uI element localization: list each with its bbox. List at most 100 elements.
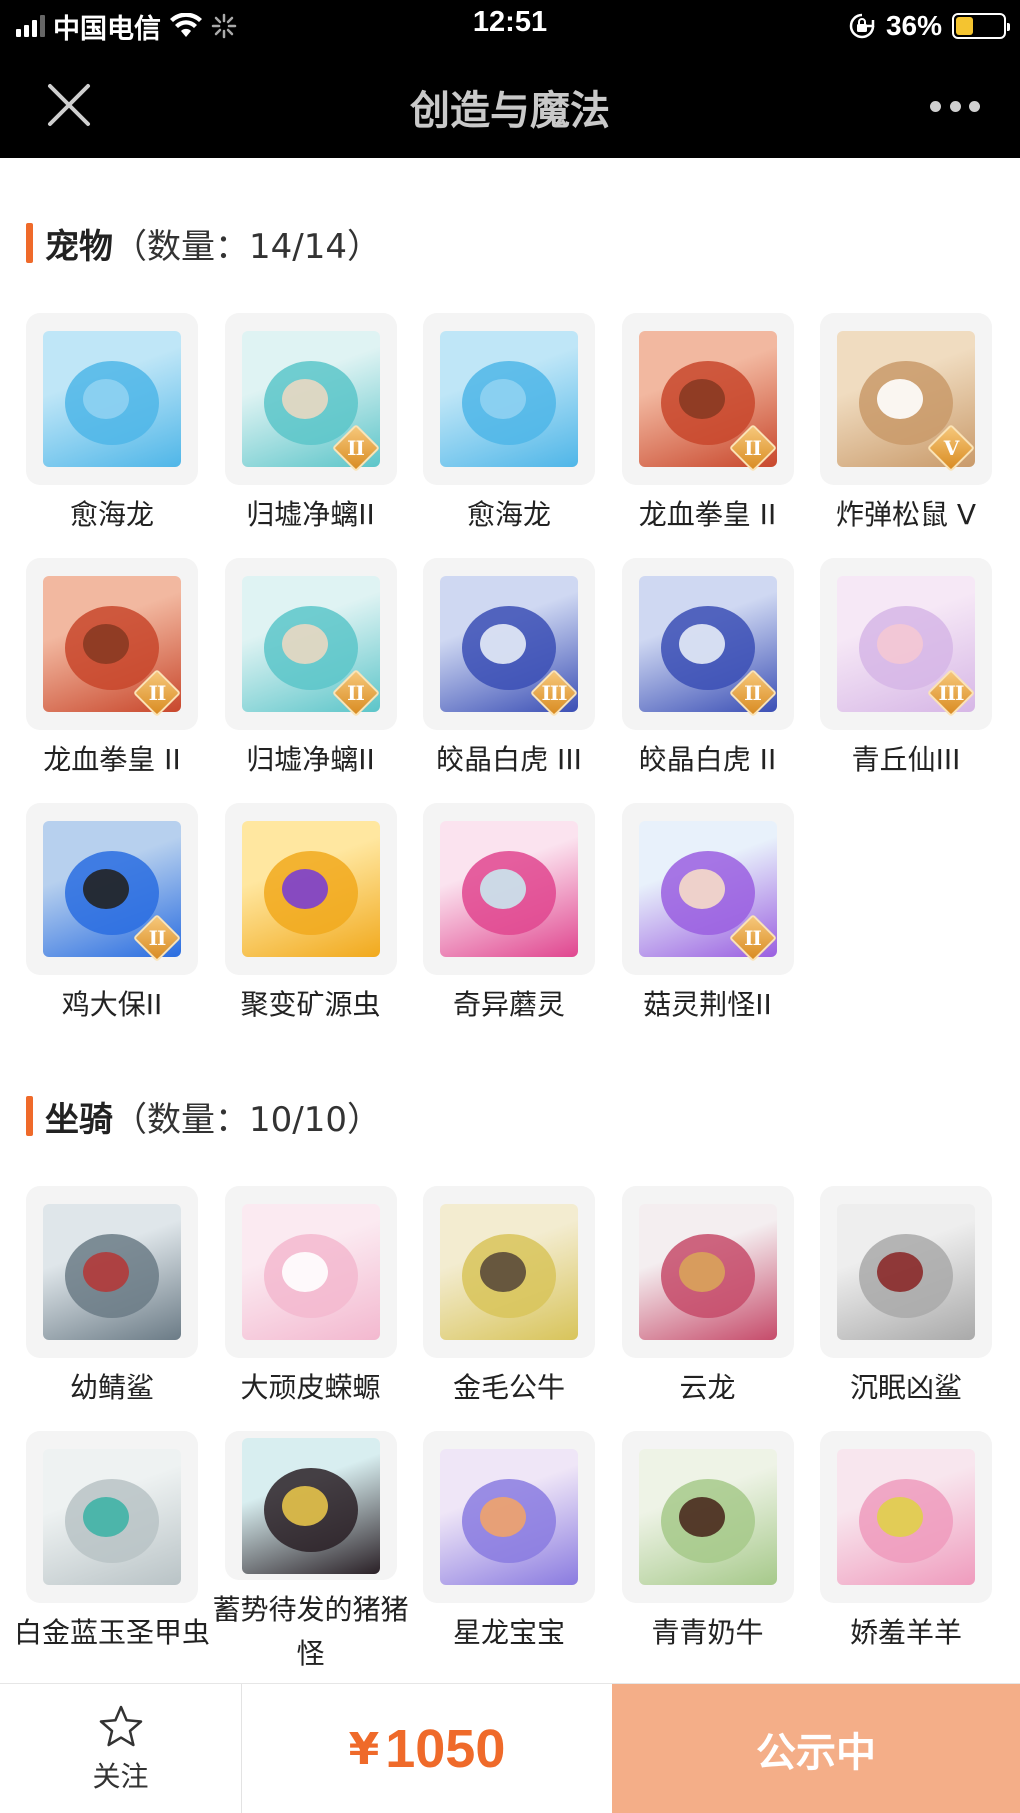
pink-sheep-image <box>837 1449 975 1585</box>
mount-name: 星龙宝宝 <box>452 1616 565 1649</box>
price-value: 1050 <box>385 1719 506 1779</box>
mount-item[interactable]: 金毛公牛 <box>423 1186 595 1431</box>
grade-badge-icon: II <box>132 668 182 718</box>
mount-item[interactable]: 蓄势待发的猪猪怪 <box>213 1431 409 1676</box>
pet-item[interactable]: 奇异蘑灵 <box>423 803 595 1048</box>
mount-item[interactable]: 大顽皮蝾螈 <box>224 1186 397 1431</box>
mount-name: 沉眠凶鲨 <box>849 1371 962 1404</box>
creature-accent <box>83 624 129 664</box>
public-notice-button[interactable]: 公示中 <box>612 1684 1020 1813</box>
grade-label: V <box>943 436 960 460</box>
creature-accent <box>83 379 129 419</box>
creature-accent <box>678 379 725 419</box>
grade-label: II <box>148 926 167 950</box>
grade-badge-icon: V <box>926 423 976 473</box>
pet-name: 归墟净螭II <box>246 743 375 776</box>
mounts-section-title: 坐骑 <box>45 1099 113 1140</box>
pet-thumbnail: II <box>26 558 198 730</box>
mount-item[interactable]: 云龙 <box>621 1186 794 1431</box>
creature-accent <box>281 869 328 909</box>
pet-name: 奇异蘑灵 <box>452 988 565 1021</box>
grade-badge-icon: II <box>132 913 182 963</box>
pet-item[interactable]: II 归墟净螭II <box>224 558 397 803</box>
pet-item[interactable]: II 鸡大保II <box>26 803 198 1048</box>
follow-button[interactable]: 关注 <box>0 1684 242 1813</box>
mounts-section-count: （数量：10/10） <box>113 1099 381 1140</box>
mount-thumbnail <box>423 1431 595 1603</box>
pet-name: 龙血拳皇 II <box>638 498 777 531</box>
battery-percent: 36% <box>885 10 942 41</box>
grade-badge-icon: II <box>331 668 380 718</box>
price: ¥ 1050 <box>242 1684 612 1813</box>
mount-item[interactable]: 沉眠凶鲨 <box>820 1186 992 1431</box>
nav-bar: 创造与魔法 <box>0 52 1020 158</box>
grade-badge-icon: III <box>926 668 976 718</box>
pet-name: 菇灵荆怪II <box>643 988 772 1021</box>
creature-accent <box>480 379 526 419</box>
silver-beetle-image <box>43 1449 181 1585</box>
pet-name: 皎晶白虎 III <box>436 743 582 776</box>
pet-thumbnail: III <box>423 558 595 730</box>
mount-item[interactable]: 青青奶牛 <box>621 1431 794 1676</box>
battery-fill <box>956 17 973 35</box>
pet-item[interactable]: II 皎晶白虎 II <box>621 558 794 803</box>
mount-thumbnail <box>26 1186 198 1358</box>
section-accent-bar <box>26 223 33 263</box>
pet-name: 龙血拳皇 II <box>43 743 181 776</box>
mount-name: 蓄势待发的猪猪怪 <box>212 1593 409 1670</box>
grade-badge-icon: II <box>331 423 380 473</box>
pet-item[interactable]: II 归墟净螭II <box>224 313 397 558</box>
shark-image <box>43 1204 181 1340</box>
pet-item[interactable]: V 炸弹松鼠 V <box>820 313 992 558</box>
pet-thumbnail: II <box>26 803 198 975</box>
pet-item[interactable]: II 龙血拳皇 II <box>26 558 198 803</box>
mount-thumbnail <box>820 1186 992 1358</box>
pet-thumbnail <box>423 803 595 975</box>
creature-accent <box>83 1497 129 1537</box>
pet-item[interactable]: 聚变矿源虫 <box>224 803 397 1048</box>
black-pig-image <box>241 1437 380 1574</box>
mount-item[interactable]: 娇羞羊羊 <box>820 1431 992 1676</box>
creature-accent <box>877 1252 923 1292</box>
pet-name: 归墟净螭II <box>246 498 375 531</box>
grade-label: II <box>148 681 167 705</box>
pets-section-count: （数量：14/14） <box>113 226 381 267</box>
pets-section-title: 宠物 <box>45 226 113 267</box>
pet-thumbnail: II <box>224 313 397 485</box>
follow-label: 关注 <box>92 1760 149 1793</box>
pet-item[interactable]: 愈海龙 <box>423 313 595 558</box>
creature-accent <box>877 1497 923 1537</box>
creature-accent <box>83 1252 129 1292</box>
pet-name: 愈海龙 <box>69 498 154 531</box>
pet-name: 炸弹松鼠 V <box>835 498 977 531</box>
pet-item[interactable]: 愈海龙 <box>26 313 198 558</box>
creature-accent <box>877 624 923 664</box>
mount-item[interactable]: 白金蓝玉圣甲虫 <box>14 1431 210 1676</box>
mount-name: 云龙 <box>679 1371 736 1404</box>
blue-dragon-image <box>440 331 578 467</box>
creature-accent <box>480 1252 526 1292</box>
creature-accent <box>678 1497 725 1537</box>
yak-image <box>440 1204 578 1340</box>
grade-label: III <box>541 681 567 705</box>
pet-name: 皎晶白虎 II <box>638 743 777 776</box>
section-accent-bar <box>26 1096 33 1136</box>
creature-accent <box>281 379 328 419</box>
grade-badge-icon: II <box>728 913 777 963</box>
mount-thumbnail <box>820 1431 992 1603</box>
mount-item[interactable]: 星龙宝宝 <box>423 1431 595 1676</box>
creature-accent <box>678 1252 725 1292</box>
mount-item[interactable]: 幼鲭鲨 <box>26 1186 198 1431</box>
grade-label: II <box>347 681 365 705</box>
axolotl-image <box>241 1204 380 1340</box>
grade-label: II <box>347 436 365 460</box>
content-area[interactable]: 宠物 （数量：14/14） 愈海龙 II 归墟净螭II 愈海龙 II 龙血拳皇 II V 炸弹… <box>0 158 1020 1683</box>
pet-item[interactable]: III 青丘仙III <box>820 558 992 803</box>
pet-item[interactable]: II 菇灵荆怪II <box>621 803 794 1048</box>
star-dragon-image <box>440 1449 578 1585</box>
status-right: 36% <box>848 8 1010 44</box>
page-title: 创造与魔法 <box>410 88 610 134</box>
more-icon[interactable] <box>930 96 980 116</box>
pet-item[interactable]: III 皎晶白虎 III <box>423 558 595 803</box>
pet-item[interactable]: II 龙血拳皇 II <box>621 313 794 558</box>
